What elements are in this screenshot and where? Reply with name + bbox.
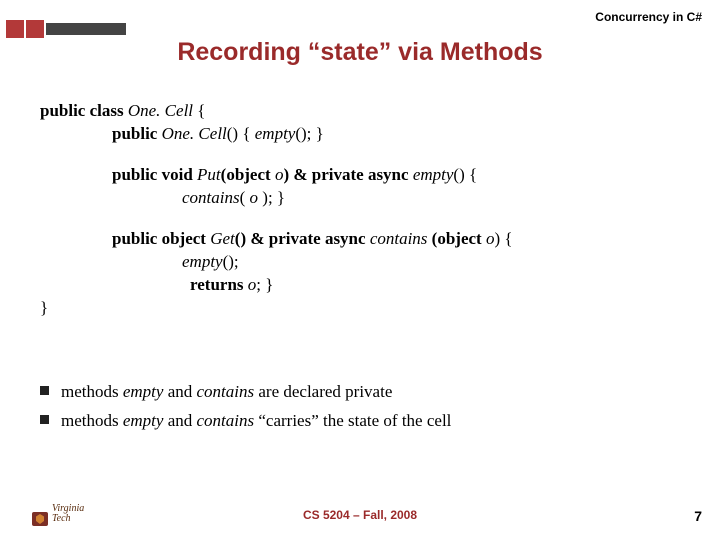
blank-line	[40, 210, 680, 228]
txt: ) {	[494, 229, 512, 248]
txt: (); }	[295, 124, 323, 143]
bullet-square-icon	[40, 415, 49, 424]
ident: empty	[255, 124, 296, 143]
bullet-text: methods empty and contains “carries” the…	[61, 409, 451, 434]
slide-title: Recording “state” via Methods	[0, 38, 720, 67]
header-label: Concurrency in C#	[595, 10, 702, 24]
footer-course: CS 5204 – Fall, 2008	[0, 508, 720, 522]
ident: empty	[182, 252, 223, 271]
txt: methods	[61, 382, 123, 401]
kw: (object	[432, 229, 486, 248]
code-line: public One. Cell() { empty(); }	[40, 123, 680, 146]
ident: empty	[123, 411, 164, 430]
bullet-item: methods empty and contains are declared …	[40, 380, 680, 405]
code-line: contains( o ); }	[40, 187, 680, 210]
ident: contains	[182, 188, 240, 207]
kw: public void	[112, 165, 197, 184]
kw: public object	[112, 229, 210, 248]
bullet-list: methods empty and contains are declared …	[40, 380, 680, 437]
ident: empty	[413, 165, 454, 184]
code-line: public void Put(object o) & private asyn…	[40, 164, 680, 187]
txt: (	[240, 188, 250, 207]
bullet-text: methods empty and contains are declared …	[61, 380, 392, 405]
deco-bar	[46, 23, 126, 35]
ident: One. Cell	[128, 101, 193, 120]
ident: o	[250, 188, 259, 207]
txt: and	[163, 411, 196, 430]
txt: ; }	[256, 275, 273, 294]
kw: public class	[40, 101, 128, 120]
kw: (object	[221, 165, 275, 184]
txt: () {	[227, 124, 255, 143]
txt: “carries” the state of the cell	[254, 411, 451, 430]
txt: ); }	[258, 188, 285, 207]
code-line: returns o; }	[40, 274, 680, 297]
corner-decoration	[0, 18, 130, 40]
bullet-square-icon	[40, 386, 49, 395]
txt: ();	[223, 252, 239, 271]
txt: and	[163, 382, 196, 401]
kw: public	[112, 124, 162, 143]
code-line: }	[40, 297, 680, 320]
txt: methods	[61, 411, 123, 430]
code-line: public class One. Cell {	[40, 100, 680, 123]
txt: {	[193, 101, 205, 120]
code-line: public object Get() & private async cont…	[40, 228, 680, 251]
txt: are declared private	[254, 382, 392, 401]
ident: o	[248, 275, 257, 294]
ident: contains	[197, 411, 255, 430]
deco-square	[6, 20, 24, 38]
ident: contains	[370, 229, 432, 248]
code-line: empty();	[40, 251, 680, 274]
code-block: public class One. Cell { public One. Cel…	[40, 100, 680, 320]
kw: ) & private async	[283, 165, 412, 184]
page-number: 7	[694, 508, 702, 524]
ident: Put	[197, 165, 221, 184]
bullet-item: methods empty and contains “carries” the…	[40, 409, 680, 434]
kw: () & private async	[235, 229, 370, 248]
kw: returns	[190, 275, 248, 294]
deco-square	[26, 20, 44, 38]
blank-line	[40, 146, 680, 164]
ident: empty	[123, 382, 164, 401]
ident: Get	[210, 229, 235, 248]
ident: contains	[197, 382, 255, 401]
txt: () {	[453, 165, 477, 184]
ident: One. Cell	[162, 124, 227, 143]
